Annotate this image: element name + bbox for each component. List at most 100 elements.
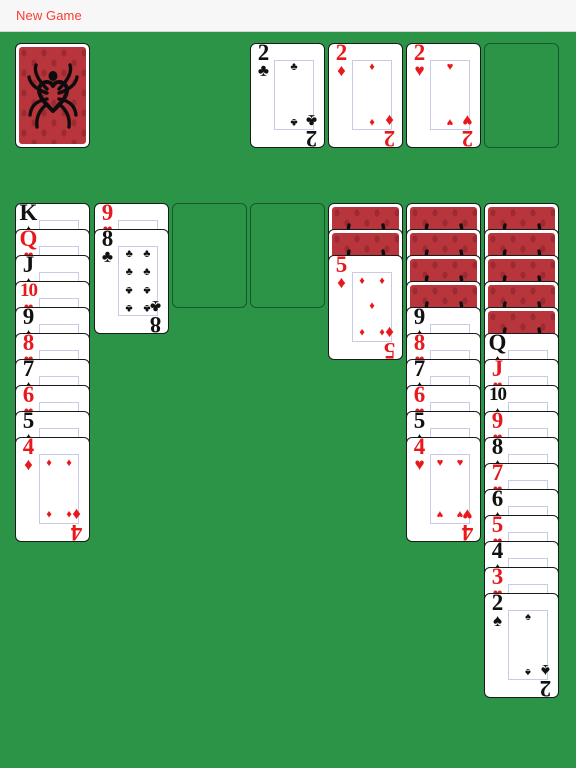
- card-rank: J: [491, 359, 504, 381]
- card-pip-diamond-icon: ♦: [369, 61, 375, 74]
- card-pip-club-icon: ♣: [125, 301, 133, 314]
- card-pip-diamond-icon: ♦: [66, 508, 72, 521]
- card-pip-club-icon: ♣: [290, 115, 298, 128]
- card-rank: 4: [491, 541, 504, 563]
- card-rank: 7: [22, 359, 35, 381]
- card-rank: J: [22, 255, 35, 277]
- card-corner-top-left: 4 ♥: [410, 438, 429, 473]
- card-pips: ♥ ♥ ♥ ♥: [430, 454, 470, 524]
- card-rank: 8: [149, 312, 162, 334]
- card-pip-diamond-icon: ♦: [46, 456, 52, 469]
- card-pip-diamond-icon: ♦: [369, 300, 375, 312]
- card-rank: 7: [413, 359, 426, 381]
- card-rank: 2: [383, 126, 396, 148]
- card-pip-heart-icon: ♥: [456, 508, 464, 521]
- card-rank: 10: [489, 385, 507, 405]
- card-corner-top-left: 2 ♦: [332, 43, 351, 79]
- card-rank: 3: [491, 567, 504, 589]
- card-rank: 6: [413, 385, 426, 407]
- card-rank: 5: [491, 515, 504, 537]
- card-pip-diamond-icon: ♦: [359, 274, 365, 287]
- card-pips: ♣ ♣ ♣ ♣ ♣ ♣ ♣ ♣: [118, 246, 158, 316]
- card-pip-heart-icon: ♥: [446, 61, 454, 74]
- card-corner-top-left: 4 ♦: [19, 437, 38, 474]
- card-pip-heart-icon: ♥: [436, 456, 444, 469]
- card-pip-club-icon: ♣: [143, 265, 151, 278]
- card-2-of-spade[interactable]: 2 ♠ 2 ♠ ♠ ♠: [484, 593, 559, 698]
- card-corner-top-left: 2 ♥: [410, 43, 429, 80]
- card-rank: 7: [491, 463, 504, 485]
- card-suit-diamond-icon: ♦: [24, 455, 33, 474]
- card-suit-diamond-icon: ♦: [337, 273, 346, 292]
- foundation-slot-empty-4[interactable]: [484, 43, 559, 148]
- card-rank: 4: [70, 520, 83, 542]
- card-pip-heart-icon: ♥: [456, 456, 464, 469]
- tableau-slot-empty-3[interactable]: [172, 203, 247, 308]
- card-rank: K: [19, 203, 38, 225]
- card-suit-club-icon: ♣: [257, 61, 270, 80]
- card-back-pattern: [19, 47, 86, 144]
- card-rank: 2: [305, 126, 318, 148]
- card-rank: Q: [488, 333, 507, 355]
- new-game-button[interactable]: New Game: [16, 8, 82, 23]
- foundation-card-2-of-heart[interactable]: 2 ♥ 2 ♥ ♥ ♥: [406, 43, 481, 148]
- foundation-card-2-of-club[interactable]: 2 ♣ 2 ♣ ♣ ♣: [250, 43, 325, 148]
- card-pip-spade-icon: ♠: [525, 611, 531, 624]
- card-rank: 4: [461, 520, 474, 542]
- card-rank: 6: [22, 385, 35, 407]
- card-rank: 2: [335, 43, 348, 65]
- card-rank: 6: [491, 489, 504, 511]
- card-rank: 5: [383, 338, 396, 360]
- card-pip-diamond-icon: ♦: [66, 456, 72, 469]
- card-pip-club-icon: ♣: [125, 284, 133, 297]
- card-rank: 10: [20, 281, 38, 301]
- card-pip-heart-icon: ♥: [446, 115, 454, 128]
- card-pips: ♦ ♦ ♦ ♦: [39, 454, 79, 524]
- card-rank: 8: [413, 333, 426, 355]
- card-pip-club-icon: ♣: [143, 284, 151, 297]
- card-rank: 2: [413, 43, 426, 65]
- card-pip-club-icon: ♣: [290, 61, 298, 74]
- card-4-of-heart[interactable]: 4 ♥ 4 ♥ ♥ ♥ ♥ ♥: [406, 437, 481, 542]
- game-table: 2♣2♣♣♣2♦2♦♦♦2♥2♥♥♥ K♠Q♥J♠10♥9♠8♥7♠6♥5♠4♦…: [0, 33, 576, 768]
- toolbar: New Game: [0, 0, 576, 32]
- card-suit-spade-icon: ♠: [492, 611, 503, 630]
- card-rank: 5: [335, 255, 348, 277]
- card-corner-top-left: 5 ♦: [332, 255, 351, 292]
- card-pip-diamond-icon: ♦: [379, 274, 385, 287]
- card-rank: 5: [22, 411, 35, 433]
- card-pip-club-icon: ♣: [143, 248, 151, 261]
- card-rank: 2: [539, 676, 552, 698]
- foundation-card-2-of-diamond[interactable]: 2 ♦ 2 ♦ ♦ ♦: [328, 43, 403, 148]
- card-pips: ♦ ♦: [352, 60, 392, 130]
- card-pips: ♠ ♠: [508, 610, 548, 680]
- card-suit-heart-icon: ♥: [414, 61, 425, 80]
- card-rank: 2: [257, 43, 270, 65]
- card-rank: 8: [491, 437, 504, 459]
- card-rank: 4: [22, 437, 35, 459]
- card-face-down[interactable]: [15, 43, 90, 148]
- card-corner-top-left: 2 ♠: [488, 593, 507, 630]
- tableau-slot-empty-4[interactable]: [250, 203, 325, 308]
- card-rank: 8: [101, 229, 114, 251]
- card-suit-club-icon: ♣: [101, 247, 114, 266]
- card-pip-diamond-icon: ♦: [369, 115, 375, 128]
- card-rank: 8: [22, 333, 35, 355]
- card-rank: 9: [22, 307, 35, 329]
- card-pip-spade-icon: ♠: [525, 665, 531, 678]
- card-corner-top-left: 8 ♣: [98, 229, 117, 266]
- card-pips: ♣ ♣: [274, 60, 314, 130]
- card-pip-diamond-icon: ♦: [379, 326, 385, 339]
- card-pip-diamond-icon: ♦: [46, 508, 52, 521]
- card-pip-club-icon: ♣: [125, 248, 133, 261]
- card-rank: Q: [19, 229, 38, 251]
- card-pips: ♦ ♦ ♦ ♦ ♦: [352, 272, 392, 342]
- card-rank: 2: [491, 593, 504, 615]
- card-5-of-diamond[interactable]: 5 ♦ 5 ♦ ♦ ♦ ♦ ♦ ♦: [328, 255, 403, 360]
- card-pip-club-icon: ♣: [125, 265, 133, 278]
- card-rank: 9: [101, 203, 114, 225]
- card-8-of-club[interactable]: 8 ♣ 8 ♣ ♣ ♣ ♣ ♣ ♣ ♣ ♣ ♣: [94, 229, 169, 334]
- card-4-of-diamond[interactable]: 4 ♦ 4 ♦ ♦ ♦ ♦ ♦: [15, 437, 90, 542]
- card-pip-club-icon: ♣: [143, 301, 151, 314]
- card-pip-diamond-icon: ♦: [359, 326, 365, 339]
